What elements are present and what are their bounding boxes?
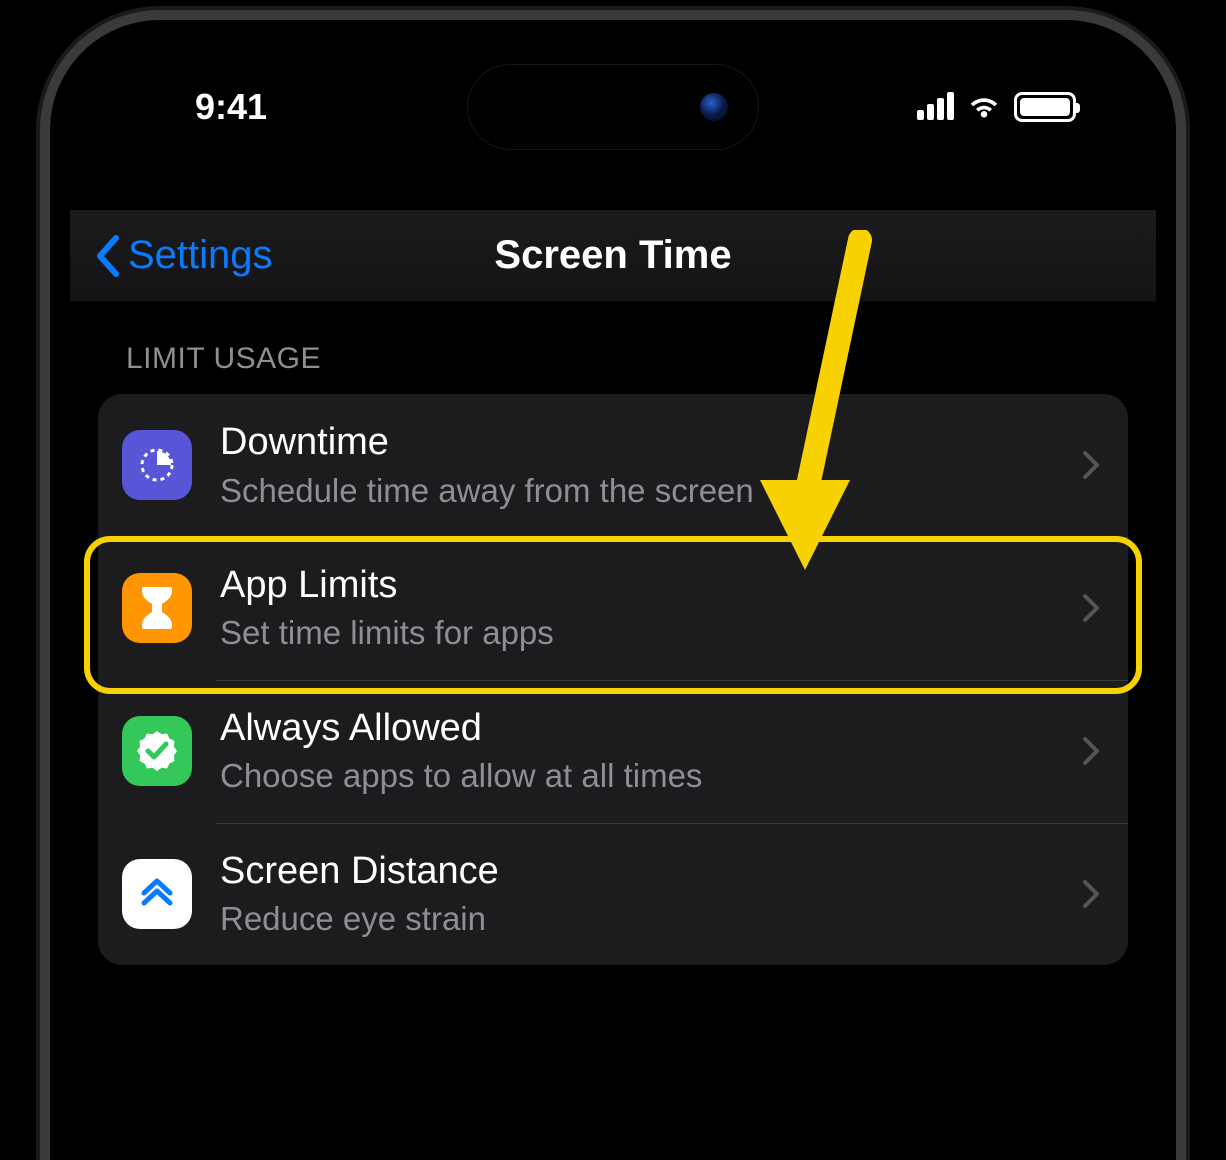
checkmark-seal-icon [122,716,192,786]
row-title: Screen Distance [220,849,1054,895]
row-screen-distance[interactable]: Screen Distance Reduce eye strain [98,823,1128,966]
limit-usage-group: Downtime Schedule time away from the scr… [98,394,1128,965]
phone-frame: 9:41 Settings Screen Time [50,20,1176,1160]
back-button[interactable]: Settings [94,233,273,278]
screen: 9:41 Settings Screen Time [70,40,1156,1160]
status-time: 9:41 [130,86,267,128]
row-app-limits[interactable]: App Limits Set time limits for apps [98,537,1128,680]
row-subtitle: Choose apps to allow at all times [220,755,1054,796]
row-title: Always Allowed [220,706,1054,752]
status-indicators [917,92,1096,122]
row-subtitle: Schedule time away from the screen [220,470,1054,511]
cellular-signal-icon [917,94,954,120]
chevron-right-icon [1082,450,1100,480]
wifi-icon [966,93,1002,121]
row-title: Downtime [220,420,1054,466]
row-title: App Limits [220,563,1054,609]
row-subtitle: Set time limits for apps [220,612,1054,653]
back-label: Settings [128,233,273,278]
page-title: Screen Time [494,233,731,278]
row-always-allowed[interactable]: Always Allowed Choose apps to allow at a… [98,680,1128,823]
content: LIMIT USAGE Downtime Schedule time away … [70,302,1156,1160]
dynamic-island [468,65,758,149]
row-subtitle: Reduce eye strain [220,898,1054,939]
downtime-icon [122,430,192,500]
chevron-right-icon [1082,736,1100,766]
battery-icon [1014,92,1076,122]
chevron-left-icon [94,234,124,278]
chevron-right-icon [1082,593,1100,623]
hourglass-icon [122,573,192,643]
row-downtime[interactable]: Downtime Schedule time away from the scr… [98,394,1128,537]
front-camera [700,93,728,121]
chevron-right-icon [1082,879,1100,909]
screen-distance-icon [122,859,192,929]
section-header-limit-usage: LIMIT USAGE [98,342,1128,394]
navigation-bar: Settings Screen Time [70,210,1156,302]
